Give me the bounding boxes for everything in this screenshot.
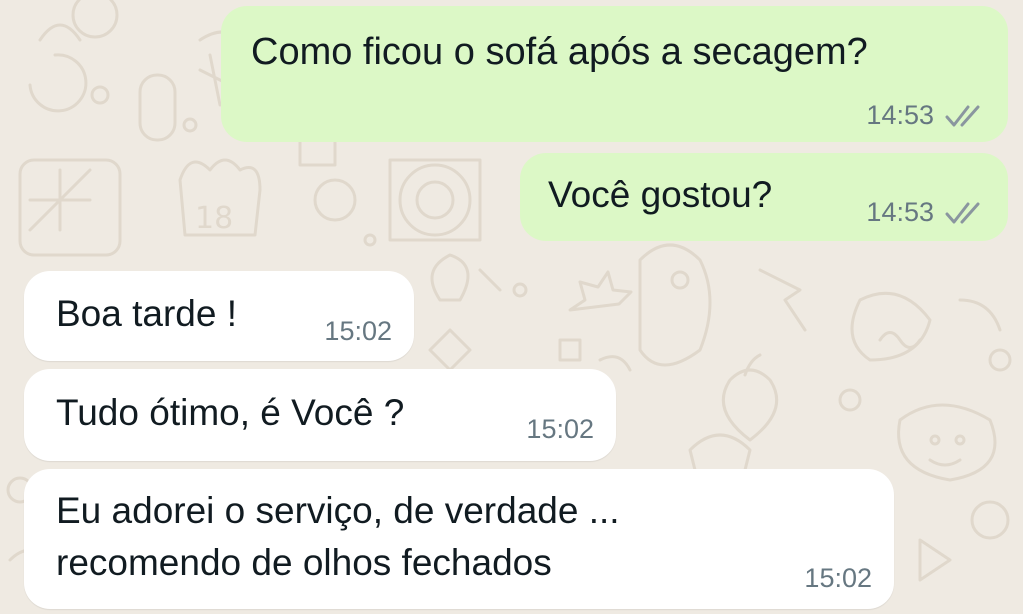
- message-time: 14:53: [866, 197, 934, 227]
- message-meta: 15:02: [526, 414, 594, 445]
- message-text-line-2: recomendo de olhos fechados: [56, 542, 552, 583]
- double-check-icon: [945, 105, 980, 126]
- message-text: Tudo ótimo, é Você ?: [56, 392, 405, 433]
- incoming-message-bubble[interactable]: Eu adorei o serviço, de verdade ... reco…: [24, 469, 894, 609]
- message-time: 15:02: [804, 563, 872, 593]
- message-text: Boa tarde !: [56, 293, 238, 334]
- message-text-line-1: Eu adorei o serviço, de verdade ...: [56, 490, 620, 531]
- double-check-icon: [945, 202, 980, 223]
- message-time: 15:02: [324, 316, 392, 346]
- message-text: Você gostou?: [548, 174, 773, 215]
- outgoing-message-bubble[interactable]: Você gostou? 14:53: [520, 153, 1008, 241]
- incoming-message-bubble[interactable]: Boa tarde ! 15:02: [24, 271, 414, 361]
- message-text: Como ficou o sofá após a secagem?: [251, 31, 868, 73]
- outgoing-message-bubble[interactable]: Como ficou o sofá após a secagem? 14:53: [221, 6, 1008, 142]
- incoming-message-bubble[interactable]: Tudo ótimo, é Você ? 15:02: [24, 369, 616, 461]
- svg-text:18: 18: [195, 201, 233, 236]
- message-meta: 15:02: [324, 316, 392, 347]
- message-meta: 14:53: [866, 100, 986, 131]
- message-time: 15:02: [526, 414, 594, 444]
- message-time: 14:53: [866, 100, 934, 130]
- message-meta: 15:02: [804, 563, 872, 594]
- message-meta: 14:53: [866, 197, 986, 228]
